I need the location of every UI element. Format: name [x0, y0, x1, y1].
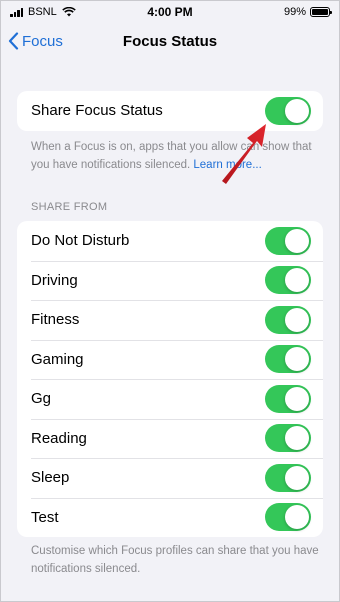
list-item-label: Test: [31, 508, 59, 526]
list-item-label: Fitness: [31, 311, 80, 329]
share-focus-group: Share Focus Status: [17, 91, 323, 131]
cellular-signal-icon: [10, 7, 23, 17]
share-focus-description-text: When a Focus is on, apps that you allow …: [31, 141, 312, 171]
list-item-reading: Reading: [17, 418, 323, 459]
battery-icon: [310, 7, 332, 17]
fitness-toggle[interactable]: [265, 305, 311, 334]
chevron-left-icon: [8, 32, 19, 50]
list-item-test: Test: [17, 497, 323, 538]
back-button-label: Focus: [22, 32, 63, 50]
share-focus-toggle[interactable]: [265, 96, 311, 125]
share-focus-row: Share Focus Status: [17, 91, 323, 131]
page-title: Focus Status: [122, 32, 218, 50]
share-focus-label: Share Focus Status: [31, 102, 163, 120]
test-toggle[interactable]: [265, 503, 311, 532]
list-item-label: Gaming: [31, 350, 84, 368]
list-item-gaming: Gaming: [17, 339, 323, 380]
list-item-sleep: Sleep: [17, 458, 323, 498]
status-time: 4:00 PM: [147, 5, 193, 19]
wifi-icon: [61, 7, 76, 17]
do-not-disturb-toggle[interactable]: [265, 226, 311, 255]
status-bar: BSNL 4:00 PM 99%: [0, 0, 340, 24]
share-focus-description: When a Focus is on, apps that you allow …: [31, 138, 321, 174]
list-item-fitness: Fitness: [17, 300, 323, 340]
status-left: BSNL: [10, 6, 76, 18]
gaming-toggle[interactable]: [265, 345, 311, 374]
battery-percent: 99%: [283, 6, 306, 18]
carrier-name: BSNL: [28, 6, 57, 18]
list-item-gg: Gg: [17, 379, 323, 419]
learn-more-link[interactable]: Learn more...: [193, 159, 261, 171]
navigation-bar: Focus Focus Status: [0, 24, 340, 58]
list-item-do-not-disturb: Do Not Disturb: [17, 221, 323, 261]
list-item-label: Reading: [31, 429, 87, 447]
share-from-header: SHARE FROM: [31, 201, 108, 213]
list-item-label: Sleep: [31, 469, 70, 487]
sleep-toggle[interactable]: [265, 463, 311, 492]
list-item-label: Driving: [31, 271, 78, 289]
list-item-label: Do Not Disturb: [31, 232, 130, 250]
share-from-list: Do Not Disturb Driving Fitness Gaming Gg…: [17, 221, 323, 537]
gg-toggle[interactable]: [265, 384, 311, 413]
status-right: 99%: [283, 6, 332, 18]
back-button[interactable]: Focus: [8, 24, 63, 58]
driving-toggle[interactable]: [265, 266, 311, 295]
share-from-footer: Customise which Focus profiles can share…: [31, 545, 319, 575]
reading-toggle[interactable]: [265, 424, 311, 453]
list-item-driving: Driving: [17, 260, 323, 301]
list-item-label: Gg: [31, 390, 52, 408]
